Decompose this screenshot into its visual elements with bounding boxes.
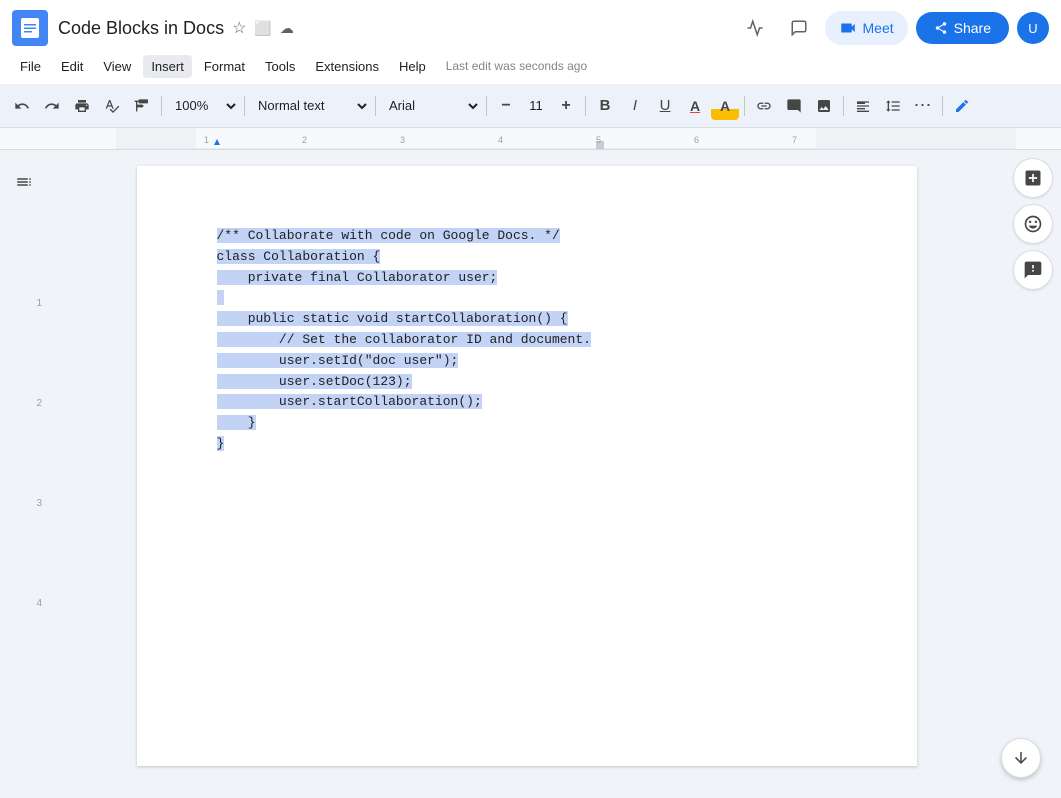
divider-5	[585, 96, 586, 116]
undo-button[interactable]	[8, 92, 36, 120]
margin-num-4: 4	[36, 598, 42, 609]
right-sidebar	[1005, 150, 1061, 798]
docs-logo[interactable]	[12, 10, 48, 46]
divider-4	[486, 96, 487, 116]
meet-button[interactable]: Meet	[825, 11, 908, 45]
font-size-decrease-button[interactable]: −	[492, 92, 520, 120]
font-size-increase-button[interactable]: +	[552, 92, 580, 120]
italic-button[interactable]: I	[621, 92, 649, 120]
margin-num-2: 2	[36, 398, 42, 409]
left-sidebar: 1 2 3 4	[0, 150, 48, 798]
code-line-2: private final Collaborator user;	[217, 268, 837, 289]
menu-bar: File Edit View Insert Format Tools Exten…	[0, 48, 1061, 84]
redo-button[interactable]	[38, 92, 66, 120]
svg-text:1: 1	[204, 135, 209, 145]
title-bar: Code Blocks in Docs ☆ ⬜ ☁ Meet	[0, 0, 1061, 48]
menu-extensions[interactable]: Extensions	[307, 55, 387, 78]
doc-title-area: Code Blocks in Docs ☆ ⬜ ☁	[58, 18, 737, 39]
menu-insert[interactable]: Insert	[143, 55, 192, 78]
svg-text:4: 4	[498, 135, 503, 145]
divider-6	[744, 96, 745, 116]
emoji-button[interactable]	[1013, 204, 1053, 244]
toolbar: 100% 75% 125% 150% Normal text Heading 1…	[0, 84, 1061, 128]
menu-file[interactable]: File	[12, 55, 49, 78]
margin-num-1: 1	[36, 298, 42, 309]
code-block[interactable]: /** Collaborate with code on Google Docs…	[217, 226, 837, 455]
divider-2	[244, 96, 245, 116]
header-right: Meet Share U	[737, 10, 1049, 46]
last-edit-status: Last edit was seconds ago	[446, 59, 587, 73]
folder-icon[interactable]: ⬜	[254, 20, 271, 37]
svg-text:3: 3	[400, 135, 405, 145]
bold-button[interactable]: B	[591, 92, 619, 120]
insert-link-button[interactable]	[750, 92, 778, 120]
ruler: 1 2 3 4 5 6 7	[0, 128, 1061, 150]
code-line-10: }	[217, 434, 837, 455]
doc-title-row: Code Blocks in Docs ☆ ⬜ ☁	[58, 18, 737, 39]
main-area: 1 2 3 4 /** Collaborate with code on Goo…	[0, 150, 1061, 798]
divider-1	[161, 96, 162, 116]
page-area[interactable]: /** Collaborate with code on Google Docs…	[48, 150, 1005, 798]
font-select[interactable]: Arial Times New Roman Courier New Verdan…	[381, 92, 481, 120]
font-size-input[interactable]	[520, 98, 552, 113]
menu-view[interactable]: View	[95, 55, 139, 78]
feedback-button[interactable]	[1013, 250, 1053, 290]
analytics-button[interactable]	[737, 10, 773, 46]
code-line-1: class Collaboration {	[217, 247, 837, 268]
code-line-9: }	[217, 413, 837, 434]
font-size-area: − +	[492, 92, 580, 120]
doc-title[interactable]: Code Blocks in Docs	[58, 18, 224, 39]
paint-format-button[interactable]	[128, 92, 156, 120]
share-button[interactable]: Share	[916, 12, 1009, 44]
highlight-color-button[interactable]: A	[711, 92, 739, 120]
code-line-4: public static void startCollaboration() …	[217, 309, 837, 330]
more-options-button[interactable]: ⋯	[909, 92, 937, 120]
editing-mode-button[interactable]	[948, 92, 976, 120]
svg-text:2: 2	[302, 135, 307, 145]
navigate-down-button[interactable]	[1001, 738, 1041, 778]
ruler-inner: 1 2 3 4 5 6 7	[116, 128, 1061, 149]
user-avatar[interactable]: U	[1017, 12, 1049, 44]
font-color-button[interactable]: A	[681, 92, 709, 120]
star-icon[interactable]: ☆	[232, 18, 246, 38]
code-line-7: user.setDoc(123);	[217, 372, 837, 393]
insert-comment-button[interactable]	[780, 92, 808, 120]
code-line-8: user.startCollaboration();	[217, 392, 837, 413]
svg-text:7: 7	[792, 135, 797, 145]
insert-block-button[interactable]	[1013, 158, 1053, 198]
code-line-3	[217, 288, 837, 309]
spell-check-button[interactable]	[98, 92, 126, 120]
meet-label: Meet	[863, 20, 894, 36]
document-page[interactable]: /** Collaborate with code on Google Docs…	[137, 166, 917, 766]
print-button[interactable]	[68, 92, 96, 120]
code-line-5: // Set the collaborator ID and document.	[217, 330, 837, 351]
menu-tools[interactable]: Tools	[257, 55, 303, 78]
svg-text:6: 6	[694, 135, 699, 145]
menu-help[interactable]: Help	[391, 55, 434, 78]
line-spacing-button[interactable]	[879, 92, 907, 120]
outline-toggle-button[interactable]	[8, 166, 40, 198]
comments-button[interactable]	[781, 10, 817, 46]
cloud-icon[interactable]: ☁	[280, 20, 294, 37]
insert-image-button[interactable]	[810, 92, 838, 120]
code-line-0: /** Collaborate with code on Google Docs…	[217, 226, 837, 247]
share-label: Share	[954, 20, 991, 36]
menu-edit[interactable]: Edit	[53, 55, 91, 78]
code-line-6: user.setId("doc user");	[217, 351, 837, 372]
alignment-button[interactable]	[849, 92, 877, 120]
divider-3	[375, 96, 376, 116]
margin-num-3: 3	[36, 498, 42, 509]
divider-7	[843, 96, 844, 116]
menu-format[interactable]: Format	[196, 55, 253, 78]
zoom-select[interactable]: 100% 75% 125% 150%	[167, 92, 239, 120]
underline-button[interactable]: U	[651, 92, 679, 120]
divider-8	[942, 96, 943, 116]
margin-numbers: 1 2 3 4	[0, 238, 48, 638]
paragraph-style-select[interactable]: Normal text Heading 1 Heading 2 Heading …	[250, 92, 370, 120]
